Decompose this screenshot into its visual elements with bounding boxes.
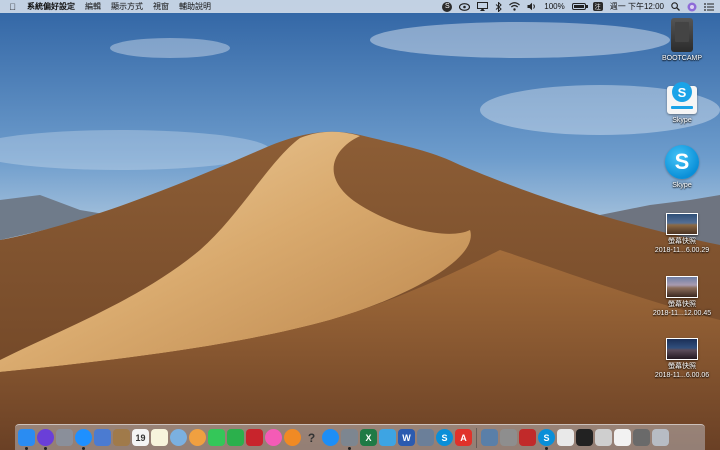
bluetooth-icon[interactable] [495,1,503,12]
battery-percent[interactable]: 100% [544,2,564,11]
creative-cloud-icon[interactable] [459,2,471,12]
menu-view[interactable]: 顯示方式 [111,1,143,12]
trash-icon[interactable] [652,429,669,446]
dock: 19? X W S A S [15,424,705,450]
menu-help[interactable]: 輔助說明 [179,1,211,12]
screenshot-thumbnail-icon [666,213,698,235]
desktop-item-label: 螢幕快照 2018-11...6.00.29 [654,238,710,254]
video-editor-icon[interactable] [519,429,536,446]
desktop-item-skype-app[interactable]: S Skype [642,145,720,190]
airplay-icon[interactable] [477,2,489,12]
spotlight-search-icon[interactable] [671,2,680,12]
scissors-icon[interactable] [500,429,517,446]
calendar-icon[interactable]: 19 [132,429,149,446]
dock-item-glyph: W [402,432,411,443]
preview-icon[interactable] [94,429,111,446]
dock-separator [476,427,477,448]
file-icon[interactable] [614,429,631,446]
word-icon[interactable]: W [398,429,415,446]
finder-icon[interactable] [18,429,35,450]
desktop-item-bootcamp[interactable]: BOOTCAMP [642,18,720,63]
preview-photos-icon[interactable] [170,429,187,446]
desktop-item-label: BOOTCAMP [661,55,703,62]
dock-item-glyph: S [543,432,550,443]
siri-icon[interactable] [687,2,697,12]
screenshot-folder-icon[interactable] [481,429,498,446]
downloads-stack-icon[interactable] [576,429,593,446]
facetime-icon[interactable] [227,429,244,446]
app-store-icon[interactable] [322,429,339,446]
desktop-item-screenshot-1[interactable]: 螢幕快照 2018-11...6.00.29 [642,213,720,255]
messages-icon[interactable] [208,429,225,446]
itunes-icon[interactable] [265,429,282,446]
documents-folder-icon[interactable] [557,429,574,446]
menu-bar:  系統偏好設定 編輯 顯示方式 視窗 輔助說明 S 100% 注 週一 下午1… [0,0,720,13]
photo-booth-icon[interactable] [246,429,263,446]
images-stack-icon[interactable] [595,429,612,446]
acrobat-icon[interactable]: A [455,429,472,446]
desktop-item-label: Skype [672,182,692,189]
desktop-item-label: 螢幕快照 2018-11...6.00.06 [654,363,710,379]
menu-edit[interactable]: 編輯 [85,1,101,12]
desktop-item-skype-installer[interactable]: S Skype [642,82,720,125]
desktop-item-screenshot-2[interactable]: 螢幕快照 2018-11...12.00.45 [642,276,720,318]
notes-icon[interactable] [151,429,168,446]
wifi-icon[interactable] [509,2,521,12]
system-preferences-icon[interactable] [341,429,358,450]
drive-icon [671,18,693,52]
help-icon[interactable]: ? [303,429,320,446]
safari-icon[interactable] [75,429,92,450]
notification-center-icon[interactable] [704,2,714,12]
battery-level-fill [573,5,584,8]
dock-item-glyph: A [460,432,467,443]
desktop-item-label: 螢幕快照 2018-11...12.00.45 [652,301,712,317]
desktop-item-label: Skype [672,117,692,124]
battery-icon[interactable] [571,3,588,10]
skype-app-icon: S [665,145,699,179]
teams-people-icon[interactable] [379,429,396,446]
photo-stack-icon[interactable] [633,429,650,446]
input-method-icon[interactable]: 注 [592,2,603,11]
skype-installer-icon: S [667,82,697,114]
launchpad-icon[interactable] [56,429,73,446]
screenshot-thumbnail-icon [666,276,698,298]
siri-icon[interactable] [37,429,54,450]
apple-icon[interactable]:  [8,2,17,12]
notebook-icon[interactable] [113,429,130,446]
menu-app-name[interactable]: 系統偏好設定 [27,1,75,12]
desktop-wallpaper [0,0,720,450]
dock-item-glyph: X [365,432,372,443]
ibooks-icon[interactable] [284,429,301,446]
skype-status-icon[interactable]: S [442,1,453,12]
screenshot-thumbnail-icon [666,338,698,360]
desktop-item-screenshot-3[interactable]: 螢幕快照 2018-11...6.00.06 [642,338,720,380]
menu-window[interactable]: 視窗 [153,1,169,12]
volume-icon[interactable] [527,2,537,12]
skype-running-icon[interactable]: S [538,429,555,450]
dock-item-glyph: S [441,432,448,443]
excel-icon[interactable]: X [360,429,377,446]
dock-item-glyph: ? [307,430,316,445]
clock[interactable]: 週一 下午12:00 [610,1,664,12]
photos-icon[interactable] [189,429,206,446]
dock-item-glyph: 19 [135,432,146,443]
skype-dock-icon[interactable]: S [436,429,453,446]
tools-icon[interactable] [417,429,434,446]
